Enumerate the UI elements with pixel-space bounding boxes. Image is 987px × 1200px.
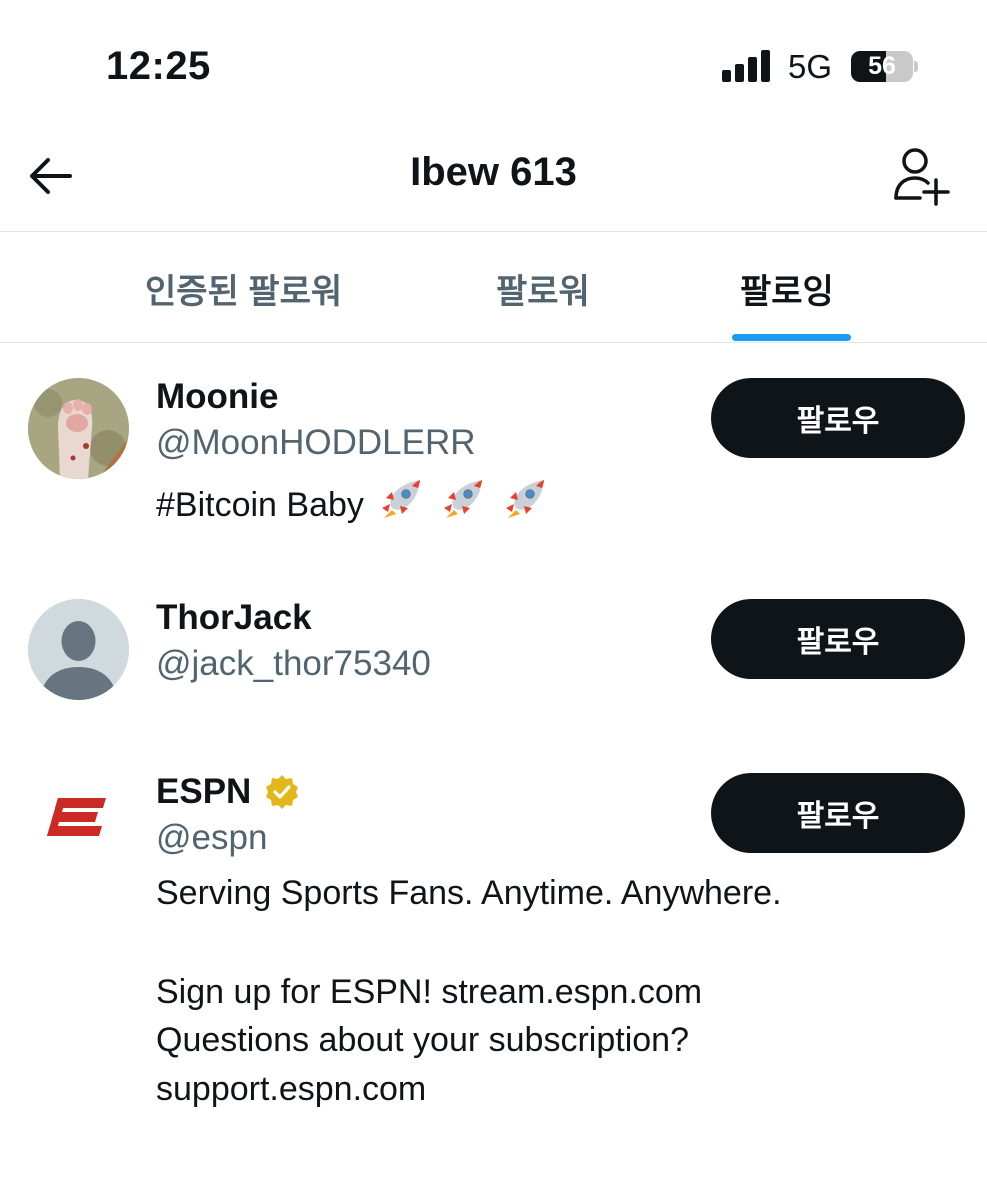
user-bio: #Bitcoin Baby (156, 474, 550, 530)
bio-line: Serving Sports Fans. Anytime. Anywhere. (156, 874, 782, 912)
user-handle: @espn (156, 818, 268, 857)
user-handle: @MoonHODDLERR (156, 423, 476, 462)
tab-following[interactable]: 팔로잉 (740, 264, 834, 313)
status-bar: 12:25 5G 56 (0, 0, 987, 120)
follow-button[interactable]: 팔로우 (711, 378, 965, 458)
bio-line: Questions about your subscription? (156, 1021, 689, 1059)
network-type: 5G (788, 48, 833, 85)
active-tab-indicator (732, 334, 851, 341)
add-user-icon (894, 148, 950, 206)
verified-badge-icon (266, 775, 298, 809)
bio-text: #Bitcoin Baby (156, 486, 364, 524)
default-avatar-icon (28, 599, 129, 700)
signal-strength-icon (722, 50, 772, 82)
bio-line: support.espn.com (156, 1070, 427, 1108)
follow-button[interactable]: 팔로우 (711, 773, 965, 853)
add-user-button[interactable] (890, 144, 950, 208)
battery-percent: 56 (868, 52, 896, 80)
bio-line: Sign up for ESPN! stream.espn.com (156, 973, 703, 1011)
rocket-emoji-icon (443, 480, 482, 518)
espn-logo-icon (47, 798, 106, 836)
avatar[interactable] (28, 773, 129, 874)
user-name: ThorJack (156, 598, 312, 637)
user-handle: @jack_thor75340 (156, 644, 431, 683)
user-name: Moonie (156, 377, 279, 416)
battery-icon: 56 (851, 51, 913, 82)
follow-button[interactable]: 팔로우 (711, 599, 965, 679)
status-time: 12:25 (106, 44, 211, 88)
rocket-emoji-icon (505, 480, 544, 518)
top-nav-header: Ibew 613 (0, 120, 987, 232)
tab-followers[interactable]: 팔로워 (496, 264, 590, 313)
page-title: Ibew 613 (410, 150, 577, 194)
battery-tip (914, 61, 918, 72)
tab-verified-followers[interactable]: 인증된 팔로워 (145, 264, 342, 313)
user-name: ESPN (156, 772, 252, 811)
rocket-emoji-icon (381, 480, 420, 518)
avatar[interactable] (28, 378, 129, 479)
avatar[interactable] (28, 599, 129, 700)
follow-tabs: 인증된 팔로워 팔로워 팔로잉 (0, 232, 987, 343)
